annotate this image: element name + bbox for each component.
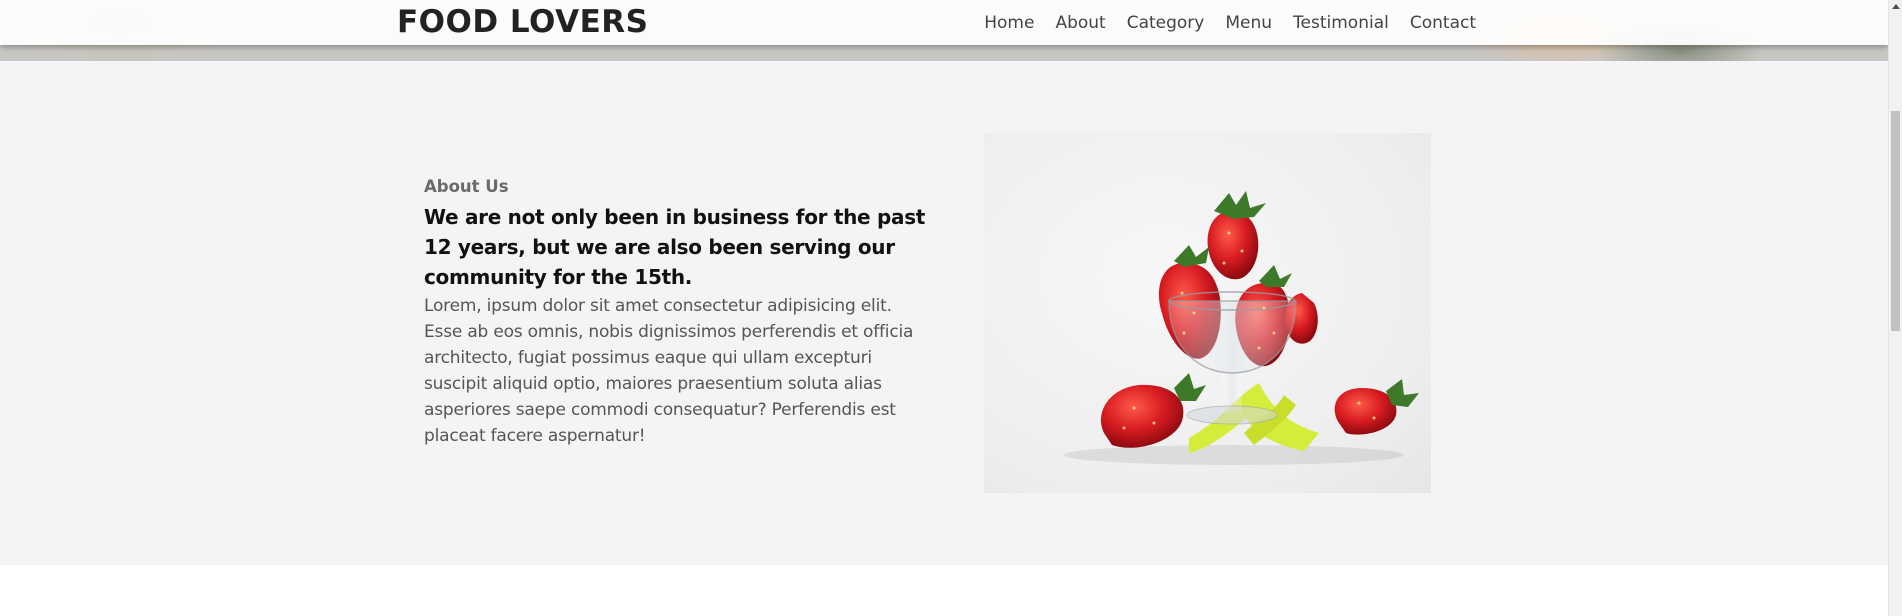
strawberries-in-glass-bowl-icon [1064, 191, 1419, 465]
nav-link-testimonial[interactable]: Testimonial [1293, 13, 1389, 33]
nav-links: Home About Category Menu Testimonial Con… [984, 13, 1476, 33]
about-eyebrow: About Us [424, 177, 509, 196]
strawberries-image [984, 133, 1431, 493]
about-heading: We are not only been in business for the… [424, 205, 926, 289]
about-text-block: About Us We are not only been in busines… [424, 177, 934, 449]
next-section [0, 565, 1888, 616]
navbar: FOOD LOVERS Home About Category Menu Tes… [0, 0, 1888, 45]
nav-link-home[interactable]: Home [984, 13, 1034, 33]
page: FOOD LOVERS Home About Category Menu Tes… [0, 0, 1888, 616]
page-scrollbar[interactable] [1888, 0, 1902, 616]
nav-link-category[interactable]: Category [1127, 13, 1205, 33]
scrollbar-thumb[interactable] [1891, 111, 1900, 331]
about-section: About Us We are not only been in busines… [0, 61, 1888, 565]
nav-link-contact[interactable]: Contact [1410, 13, 1476, 33]
about-body-text: Lorem, ipsum dolor sit amet consectetur … [424, 296, 914, 446]
brand-logo[interactable]: FOOD LOVERS [397, 4, 648, 40]
nav-link-menu[interactable]: Menu [1225, 13, 1272, 33]
nav-link-about[interactable]: About [1055, 13, 1105, 33]
scroll-up-arrow-icon[interactable] [1892, 4, 1900, 9]
